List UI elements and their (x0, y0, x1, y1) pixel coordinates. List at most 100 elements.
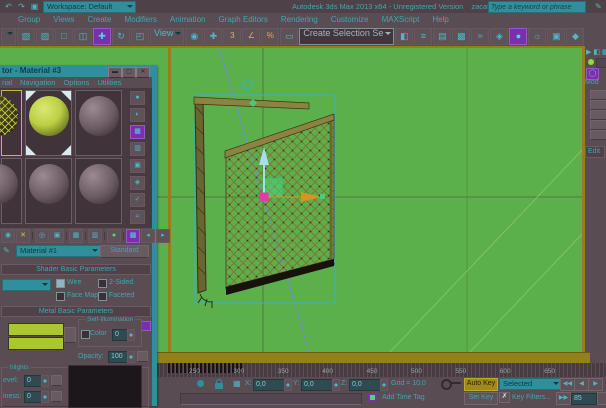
set-key-mode-icon[interactable] (441, 379, 461, 388)
menu-item[interactable]: Modifiers (124, 15, 156, 24)
angle-snap-icon[interactable]: ∠ (242, 28, 260, 45)
menu-item[interactable]: Options (63, 78, 89, 87)
material-slot-active[interactable] (25, 90, 72, 156)
y-spinner[interactable] (332, 379, 340, 391)
pin-stack-icon[interactable] (588, 59, 594, 65)
menu-item[interactable]: Rendering (281, 15, 318, 24)
go-to-end-button[interactable]: ▶▶ (556, 392, 571, 405)
select-by-name-icon[interactable]: ▨ (36, 28, 54, 45)
rect-region-icon[interactable]: □ (55, 28, 73, 45)
material-type-button[interactable]: Standard (100, 245, 149, 258)
modifier-stack-entry[interactable]: Edit (585, 146, 605, 158)
menu-item[interactable]: MAXScript (382, 15, 420, 24)
schematic-view-icon[interactable]: ◈ (490, 28, 508, 45)
project-icon[interactable]: ▣ (29, 2, 40, 11)
x-spinner[interactable] (284, 379, 292, 391)
stack-button[interactable] (590, 130, 606, 140)
material-name-dropdown[interactable]: Material #1 (16, 245, 101, 257)
z-coord-field[interactable]: 0,0 (349, 379, 383, 391)
go-to-start-button[interactable]: ◀◀ (560, 378, 575, 391)
material-tool-button[interactable]: | (31, 230, 34, 242)
opacity-spinner[interactable] (127, 351, 135, 363)
glossiness-spinner[interactable] (41, 391, 49, 403)
modifier-list-dropdown[interactable]: Mod (585, 79, 599, 86)
show-end-result-icon[interactable]: ▩ (126, 229, 140, 243)
menu-item[interactable]: Animation (170, 15, 206, 24)
lattice-object[interactable] (194, 97, 334, 308)
material-slot[interactable] (1, 90, 22, 156)
gizmo-center[interactable] (260, 193, 269, 202)
face-map-checkbox[interactable] (56, 292, 65, 301)
menu-item[interactable]: Group (18, 15, 40, 24)
cut-button[interactable] (597, 392, 606, 405)
key-filters-button[interactable]: Key Filters... (512, 394, 551, 401)
layer-manager-icon[interactable]: ▤ (433, 28, 451, 45)
align-icon[interactable]: ≡ (414, 28, 432, 45)
material-slot[interactable] (75, 90, 122, 156)
rotate-tool-icon[interactable]: ↻ (112, 28, 130, 45)
percent-snap-icon[interactable]: % (261, 28, 279, 45)
prev-frame-button[interactable]: ◀ (574, 378, 589, 391)
backlight-icon[interactable]: ◐ (130, 108, 145, 122)
panel-tab-icon[interactable]: ◧ (593, 48, 600, 56)
selection-set-dropdown[interactable]: Create Selection Se (299, 28, 394, 45)
shader-rollout-header[interactable]: Shader Basic Parameters (1, 264, 151, 275)
map-shortcut-button[interactable] (141, 321, 151, 331)
key-filters-icon[interactable]: ✗ (499, 392, 510, 403)
opacity-map-button[interactable] (137, 351, 148, 362)
si-spinner[interactable] (127, 329, 135, 341)
menu-item[interactable]: rial (2, 78, 12, 87)
stack-button[interactable] (590, 110, 606, 120)
go-parent-icon[interactable]: ◂ (141, 229, 155, 243)
use-center-icon[interactable]: ◉ (185, 28, 203, 45)
menu-item[interactable]: Create (87, 15, 111, 24)
put-to-library-icon[interactable]: ▦ (69, 229, 83, 243)
render-icon[interactable]: ◆ (566, 28, 584, 45)
lock-colors-button[interactable] (64, 327, 76, 343)
background-icon[interactable]: ▦ (130, 125, 145, 139)
menu-item[interactable]: Navigation (20, 78, 55, 87)
sample-type-icon[interactable]: ● (130, 91, 145, 105)
name-field[interactable] (596, 58, 606, 68)
mirror-icon[interactable]: ◧ (395, 28, 413, 45)
pick-material-icon[interactable]: ✎ (3, 246, 10, 255)
time-tag-icon[interactable] (368, 393, 377, 402)
assign-material-icon[interactable]: ✕ (16, 229, 30, 243)
specular-map-button[interactable] (51, 375, 62, 386)
menu-item[interactable]: Utilities (97, 78, 121, 87)
material-slot[interactable] (1, 158, 22, 224)
stack-button[interactable] (590, 120, 606, 130)
select-object-icon[interactable]: ▧ (17, 28, 35, 45)
specular-level-spinner[interactable] (41, 375, 49, 387)
move-tool-icon[interactable]: ✚ (93, 28, 111, 45)
diffuse-color-swatch[interactable] (8, 337, 64, 350)
coord-mode-icon[interactable]: ▦ (233, 379, 241, 388)
workspace-dropdown[interactable]: Workspace: Default (43, 1, 136, 13)
named-selection-icon[interactable]: ▭ (280, 28, 298, 45)
select-by-material-icon[interactable]: ≈ (130, 210, 145, 224)
material-tool-button[interactable]: | (65, 230, 68, 242)
play-button[interactable]: ▶ (588, 378, 603, 391)
material-id-icon[interactable]: ▥ (88, 229, 102, 243)
material-editor-window[interactable]: tor - Material #3 ▬ ▢ ✕ rialNavigationOp… (0, 65, 157, 406)
select-manipulate-icon[interactable]: ✚ (204, 28, 222, 45)
stack-button[interactable] (590, 100, 606, 110)
undo-icon[interactable]: ↶ (3, 2, 14, 11)
undo-history-dropdown[interactable] (1, 28, 16, 45)
menu-item[interactable]: Help (432, 15, 448, 24)
make-preview-icon[interactable]: ◈ (130, 176, 145, 190)
ribbon-icon[interactable]: ▩ (452, 28, 470, 45)
wire-checkbox[interactable] (56, 279, 65, 288)
material-editor-icon[interactable]: ● (509, 28, 527, 45)
panel-tab-icon[interactable]: ▦ (602, 48, 606, 56)
uv-tiling-icon[interactable]: ▥ (130, 142, 145, 156)
make-unique-icon[interactable]: ▣ (50, 229, 64, 243)
render-setup-icon[interactable]: ☼ (528, 28, 546, 45)
redo-icon[interactable]: ↷ (16, 2, 27, 11)
curve-editor-icon[interactable]: ≈ (471, 28, 489, 45)
get-material-icon[interactable]: ◉ (1, 229, 15, 243)
current-frame-field[interactable]: 85 (571, 393, 597, 405)
go-sibling-icon[interactable]: ▸ (156, 229, 170, 243)
material-slot[interactable] (25, 158, 72, 224)
z-spinner[interactable] (380, 379, 388, 391)
